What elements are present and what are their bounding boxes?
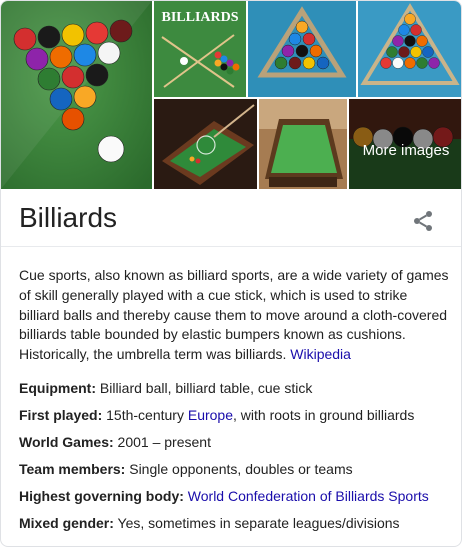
image-pool-table-dark[interactable] [154, 99, 257, 189]
fact-value: Billiard ball, billiard table, cue stick [99, 380, 313, 396]
more-images-overlay: More images [349, 99, 461, 189]
fact-governing-body: Highest governing body: World Confederat… [19, 487, 449, 514]
fact-value: Yes, sometimes in separate leagues/divis… [117, 515, 400, 531]
description-text: Cue sports, also known as billiard sport… [19, 267, 449, 363]
fact-label: Equipment: [19, 380, 96, 396]
billiards-table-photo [259, 99, 347, 189]
fact-first-played: First played: 15th-century Europe, with … [19, 406, 449, 433]
entity-title: Billiards [19, 202, 118, 233]
europe-link[interactable]: Europe [188, 407, 233, 423]
fact-equipment: Equipment: Billiard ball, billiard table… [19, 379, 449, 406]
more-images-button[interactable]: More images [349, 99, 461, 189]
knowledge-panel: BILLIARDS More images Billiards Cue spor… [0, 0, 462, 547]
entity-description: Cue sports, also known as billiard sport… [19, 266, 449, 365]
billiards-logo-text: BILLIARDS [161, 10, 238, 25]
more-images-label: More images [362, 141, 450, 159]
fact-world-games: World Games: 2001 – present [19, 433, 449, 460]
fact-value-suffix: , with roots in ground billiards [233, 407, 415, 423]
share-icon[interactable] [411, 209, 435, 233]
image-billiards-table-green[interactable] [259, 99, 347, 189]
fact-value: Single opponents, doubles or teams [129, 461, 353, 477]
racked-balls-photo [1, 1, 152, 189]
pool-table-photo [154, 99, 257, 189]
image-billiards-logo[interactable]: BILLIARDS [154, 1, 246, 97]
image-triangle-rack-15[interactable] [358, 1, 461, 97]
image-collage: BILLIARDS More images [1, 1, 461, 189]
fact-label: Mixed gender: [19, 515, 114, 531]
fact-label: First played: [19, 407, 103, 423]
fact-value: 2001 – present [117, 434, 211, 450]
panel-header: Billiards [1, 189, 461, 247]
fact-mixed-gender: Mixed gender: Yes, sometimes in separate… [19, 514, 449, 541]
image-racked-balls[interactable] [1, 1, 152, 189]
image-triangle-rack-blue[interactable] [248, 1, 356, 97]
wikipedia-link[interactable]: Wikipedia [290, 346, 351, 362]
triangle-rack-photo [248, 1, 356, 97]
fact-value: 15th-century [106, 407, 184, 423]
fact-label: Team members: [19, 461, 126, 477]
facts-list: Equipment: Billiard ball, billiard table… [19, 379, 449, 541]
wcbs-link[interactable]: World Confederation of Billiards Sports [188, 488, 429, 504]
billiards-logo-graphic: BILLIARDS [154, 1, 246, 97]
fact-label: World Games: [19, 434, 114, 450]
fact-label: Highest governing body: [19, 488, 184, 504]
fifteen-ball-rack-photo [358, 1, 461, 97]
fact-team-members: Team members: Single opponents, doubles … [19, 460, 449, 487]
